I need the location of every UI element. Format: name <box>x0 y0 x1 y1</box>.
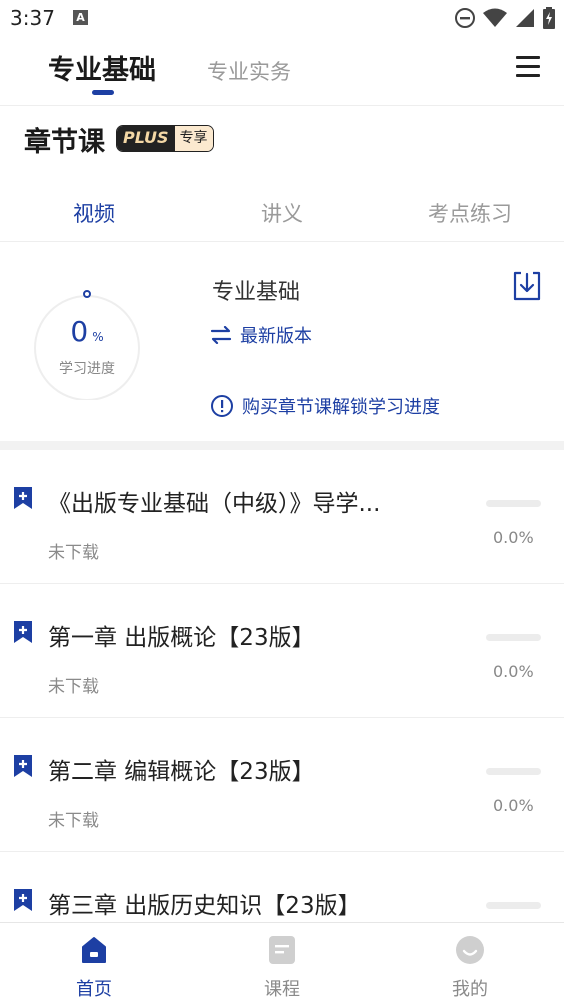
battery-icon <box>543 7 555 29</box>
chapter-progress-bar <box>486 634 541 641</box>
bookmark-icon <box>14 755 32 777</box>
nav-courses-label: 课程 <box>264 979 300 1000</box>
section-title: 章节课 <box>24 127 105 158</box>
chapter-item[interactable]: 《出版专业基础（中级）》导学... 未下载 0.0% <box>0 450 564 584</box>
progress-unit: % <box>92 330 104 344</box>
unlock-notice-text: 购买章节课解锁学习进度 <box>242 397 440 418</box>
exclusive-label: 专享 <box>174 126 213 151</box>
status-icons <box>454 6 556 30</box>
chapter-progress-text: 0.0% <box>493 528 534 547</box>
nav-home-label: 首页 <box>76 979 112 1000</box>
tab-handout[interactable]: 讲义 <box>188 198 376 228</box>
home-icon <box>82 937 106 963</box>
section-divider <box>0 441 564 450</box>
chapter-progress-bar <box>486 768 541 775</box>
profile-icon <box>456 936 484 964</box>
tab-practice[interactable]: 考点练习 <box>376 198 564 228</box>
status-bar: 3:37 A <box>0 0 564 36</box>
swap-icon <box>210 326 232 344</box>
download-status: 未下载 <box>48 811 99 831</box>
status-time: 3:37 <box>10 6 55 30</box>
version-label: 最新版本 <box>240 326 312 347</box>
course-icon <box>269 936 295 964</box>
chapter-progress-bar <box>486 500 541 507</box>
top-header: 专业基础 专业实务 <box>0 36 564 106</box>
nav-home[interactable]: 首页 <box>54 935 134 1001</box>
content-tabs: 视频 讲义 考点练习 <box>0 182 564 242</box>
chapter-progress-text: 0.0% <box>493 796 534 815</box>
plus-label: PLUS <box>117 126 175 151</box>
bottom-navigation: 首页 课程 我的 <box>0 922 564 1004</box>
download-status: 未下载 <box>48 543 99 563</box>
bookmark-icon <box>14 487 32 509</box>
wifi-icon <box>483 8 507 27</box>
tab-video[interactable]: 视频 <box>0 198 188 228</box>
progress-label: 学习进度 <box>59 361 115 377</box>
do-not-disturb-icon <box>455 8 475 28</box>
chapter-item[interactable]: 第二章 编辑概论【23版】 未下载 0.0% <box>0 718 564 852</box>
chapter-title: 《出版专业基础（中级）》导学... <box>48 491 381 517</box>
chapter-title: 第一章 出版概论【23版】 <box>48 625 315 651</box>
nav-courses[interactable]: 课程 <box>242 935 322 1001</box>
chapter-title: 第二章 编辑概论【23版】 <box>48 759 315 785</box>
unlock-notice[interactable]: 购买章节课解锁学习进度 <box>210 393 440 419</box>
plus-exclusive-badge: PLUS 专享 <box>116 125 214 152</box>
info-icon <box>211 395 233 417</box>
signal-icon <box>516 9 534 27</box>
chapter-progress-bar <box>486 902 541 909</box>
progress-number: 0 <box>70 315 89 348</box>
nav-profile[interactable]: 我的 <box>430 935 510 1001</box>
active-tab-indicator <box>92 90 114 95</box>
tab-professional-basics[interactable]: 专业基础 <box>48 48 156 87</box>
menu-icon[interactable] <box>516 56 542 78</box>
bookmark-icon <box>14 889 32 911</box>
progress-value: 0% <box>32 315 142 348</box>
chapter-progress-text: 0.0% <box>493 662 534 681</box>
nav-profile-label: 我的 <box>452 979 488 1000</box>
tab-professional-practice[interactable]: 专业实务 <box>207 56 291 86</box>
chapter-title: 第三章 出版历史知识【23版】 <box>48 893 361 919</box>
version-switch[interactable]: 最新版本 <box>210 322 312 348</box>
chapter-item[interactable]: 第一章 出版概论【23版】 未下载 0.0% <box>0 584 564 718</box>
download-status: 未下载 <box>48 677 99 697</box>
download-icon[interactable] <box>512 270 542 302</box>
course-name: 专业基础 <box>212 280 301 305</box>
notification-app-icon: A <box>73 10 88 25</box>
bookmark-icon <box>14 621 32 643</box>
